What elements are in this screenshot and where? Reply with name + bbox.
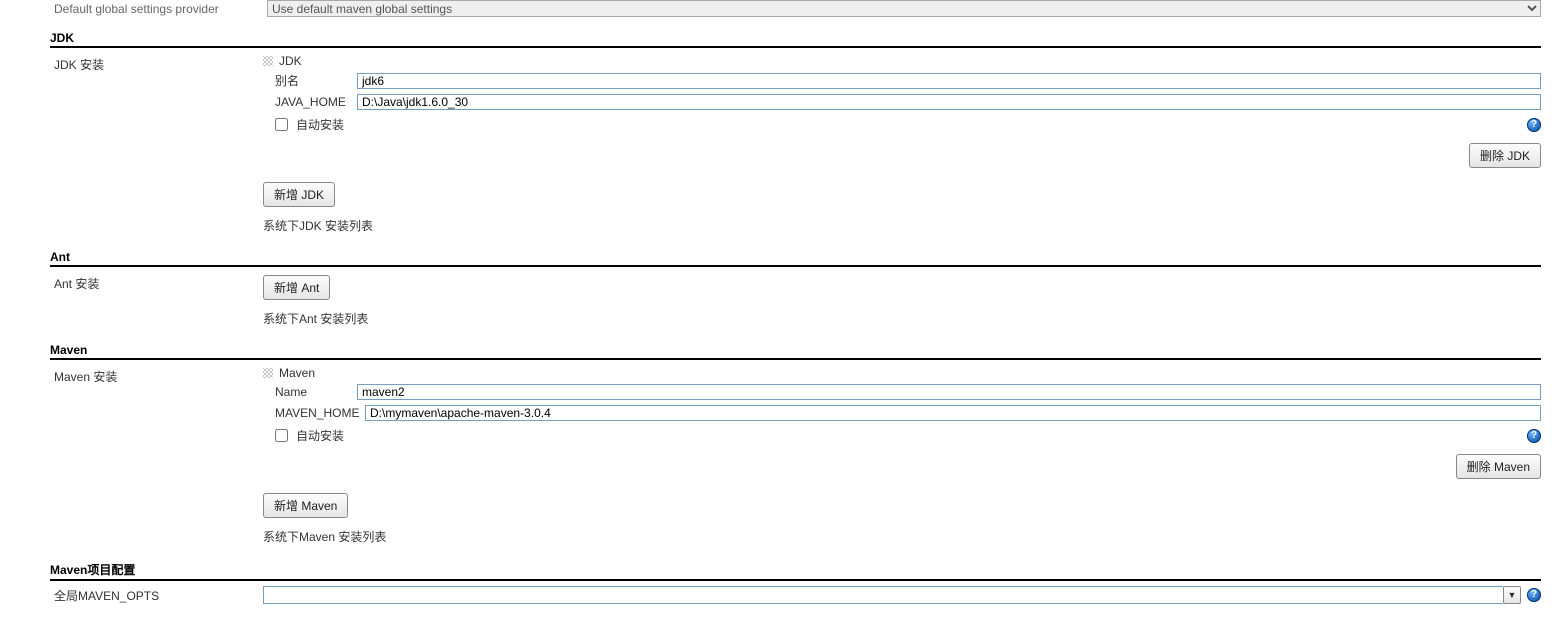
- maven-name-label: Name: [275, 385, 357, 399]
- global-maven-opts-input-wrap: ▼: [263, 586, 1521, 604]
- jdk-add-area: 新增 JDK 系统下JDK 安装列表: [263, 182, 1541, 234]
- jdk-fields: 别名 JAVA_HOME: [275, 72, 1541, 110]
- global-maven-opts-input[interactable]: [263, 586, 1503, 604]
- add-maven-button[interactable]: 新增 Maven: [263, 493, 348, 518]
- maven-hint: 系统下Maven 安装列表: [263, 528, 1541, 545]
- maven-home-row: MAVEN_HOME: [275, 405, 1541, 421]
- jdk-block-title: JDK: [279, 54, 302, 68]
- maven-tool-block: Maven Name MAVEN_HOME 自动安装: [263, 364, 1541, 479]
- jdk-tool-block: JDK 别名 JAVA_HOME 自动安装: [263, 52, 1541, 168]
- jdk-auto-install-label: 自动安装: [296, 116, 344, 133]
- maven-name-row: Name: [275, 384, 1541, 400]
- ant-section-heading: Ant: [50, 250, 1541, 267]
- drag-handle-icon[interactable]: [263, 56, 273, 66]
- maven-delete-row: 删除 Maven: [263, 454, 1541, 479]
- default-global-settings-row: Default global settings provider Use def…: [50, 0, 1541, 17]
- maven-add-area: 新增 Maven 系统下Maven 安装列表: [263, 493, 1541, 545]
- jdk-hint: 系统下JDK 安装列表: [263, 217, 1541, 234]
- maven-auto-install-control[interactable]: 自动安装: [275, 427, 344, 444]
- maven-block-header: Maven: [263, 366, 1541, 380]
- maven-fields: Name MAVEN_HOME: [275, 384, 1541, 421]
- global-maven-opts-label: 全局MAVEN_OPTS: [50, 585, 263, 604]
- ant-install-label: Ant 安装: [50, 271, 263, 292]
- jdk-auto-install-control[interactable]: 自动安装: [275, 116, 344, 133]
- jdk-auto-install-checkbox[interactable]: [275, 118, 288, 131]
- jdk-alias-row: 别名: [275, 72, 1541, 89]
- maven-section-heading: Maven: [50, 343, 1541, 360]
- maven-project-section-heading: Maven项目配置: [50, 561, 1541, 581]
- maven-auto-install-checkbox[interactable]: [275, 429, 288, 442]
- delete-jdk-button[interactable]: 删除 JDK: [1469, 143, 1541, 168]
- jdk-delete-row: 删除 JDK: [263, 143, 1541, 168]
- add-ant-button[interactable]: 新增 Ant: [263, 275, 330, 300]
- default-global-settings-label: Default global settings provider: [50, 2, 267, 16]
- delete-maven-button[interactable]: 删除 Maven: [1456, 454, 1541, 479]
- drag-handle-icon[interactable]: [263, 368, 273, 378]
- help-icon[interactable]: ?: [1527, 588, 1541, 602]
- help-icon[interactable]: ?: [1527, 429, 1541, 443]
- jdk-home-input[interactable]: [357, 94, 1541, 110]
- jdk-alias-input[interactable]: [357, 73, 1541, 89]
- maven-content: Maven Name MAVEN_HOME 自动安装: [263, 364, 1541, 555]
- maven-name-input[interactable]: [357, 384, 1541, 400]
- jdk-home-row: JAVA_HOME: [275, 94, 1541, 110]
- maven-auto-install-label: 自动安装: [296, 427, 344, 444]
- jdk-content: JDK 别名 JAVA_HOME 自动安装: [263, 52, 1541, 244]
- jdk-block-header: JDK: [263, 54, 1541, 68]
- jdk-install-row: JDK 安装 JDK 别名 JAVA_HOME: [50, 52, 1541, 244]
- ant-install-row: Ant 安装 新增 Ant 系统下Ant 安装列表: [50, 271, 1541, 337]
- default-global-settings-select[interactable]: Use default maven global settings: [267, 0, 1541, 17]
- help-icon[interactable]: ?: [1527, 118, 1541, 132]
- ant-add-area: 新增 Ant 系统下Ant 安装列表: [263, 275, 1541, 327]
- config-page: Default global settings provider Use def…: [0, 0, 1559, 629]
- add-jdk-button[interactable]: 新增 JDK: [263, 182, 335, 207]
- jdk-section-heading: JDK: [50, 31, 1541, 48]
- maven-opts-advanced-toggle[interactable]: ▼: [1503, 586, 1521, 604]
- ant-content: 新增 Ant 系统下Ant 安装列表: [263, 271, 1541, 337]
- maven-home-label: MAVEN_HOME: [275, 406, 365, 420]
- jdk-alias-label: 别名: [275, 72, 357, 89]
- global-maven-opts-row: 全局MAVEN_OPTS ▼ ?: [50, 585, 1541, 604]
- maven-auto-install-row: 自动安装 ?: [275, 427, 1541, 444]
- maven-install-row: Maven 安装 Maven Name MAVEN_HOME: [50, 364, 1541, 555]
- maven-install-label: Maven 安装: [50, 364, 263, 385]
- maven-home-input[interactable]: [365, 405, 1541, 421]
- jdk-home-label: JAVA_HOME: [275, 95, 357, 109]
- jdk-auto-install-row: 自动安装 ?: [275, 116, 1541, 133]
- ant-hint: 系统下Ant 安装列表: [263, 310, 1541, 327]
- jdk-install-label: JDK 安装: [50, 52, 263, 73]
- maven-block-title: Maven: [279, 366, 315, 380]
